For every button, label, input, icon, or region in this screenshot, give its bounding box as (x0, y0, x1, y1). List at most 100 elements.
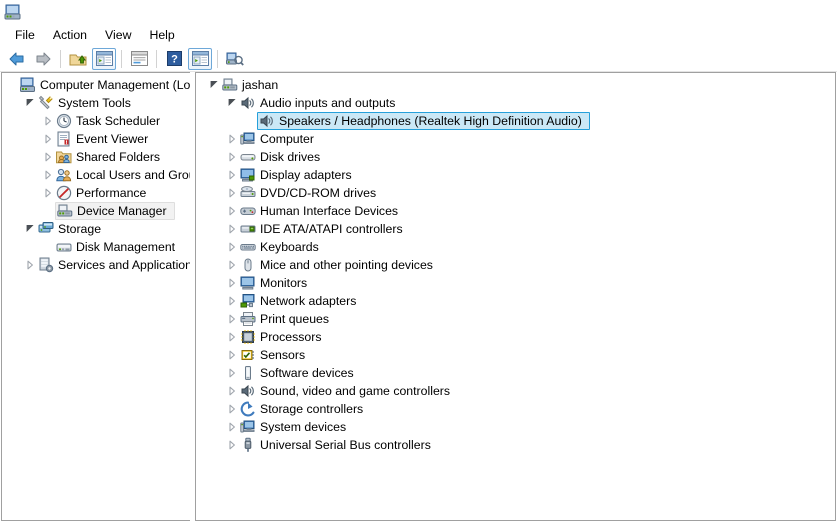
tree-row-content[interactable]: Print queues (240, 310, 336, 328)
tree-row-content[interactable]: Sound, video and game controllers (240, 382, 457, 400)
tree-row-content[interactable]: System Tools (38, 94, 138, 112)
collapse-triangle-icon[interactable] (22, 220, 38, 238)
tree-row[interactable]: Universal Serial Bus controllers (196, 436, 835, 454)
expand-triangle-icon[interactable] (40, 148, 56, 166)
tree-row[interactable]: Keyboards (196, 238, 835, 256)
expand-triangle-icon[interactable] (224, 184, 240, 202)
tree-row[interactable]: System devices (196, 418, 835, 436)
tree-row[interactable]: IDE ATA/ATAPI controllers (196, 220, 835, 238)
expand-triangle-icon[interactable] (224, 382, 240, 400)
expand-triangle-icon[interactable] (224, 310, 240, 328)
tree-row[interactable]: Mice and other pointing devices (196, 256, 835, 274)
menu-help[interactable]: Help (140, 25, 183, 45)
forward-arrow-icon[interactable] (31, 48, 55, 70)
tree-row[interactable]: Task Scheduler (2, 112, 190, 130)
tree-row[interactable]: Network adapters (196, 292, 835, 310)
tree-row-content[interactable]: Computer (240, 130, 321, 148)
expand-triangle-icon[interactable] (224, 202, 240, 220)
tree-row-content[interactable]: Disk drives (240, 148, 327, 166)
tree-row-content[interactable]: Audio inputs and outputs (240, 94, 402, 112)
expand-triangle-icon[interactable] (224, 436, 240, 454)
tree-row-content[interactable]: System devices (240, 418, 353, 436)
tree-row[interactable]: Disk Management (2, 238, 190, 256)
collapse-triangle-icon[interactable] (206, 76, 222, 94)
tree-row-content[interactable]: Mice and other pointing devices (240, 256, 440, 274)
expand-triangle-icon[interactable] (224, 292, 240, 310)
help-icon[interactable]: ? (162, 48, 186, 70)
tree-row-content[interactable]: Network adapters (240, 292, 363, 310)
tree-row-content[interactable]: Services and Applications (38, 256, 190, 274)
tree-row[interactable]: System Tools (2, 94, 190, 112)
expand-triangle-icon[interactable] (224, 220, 240, 238)
show-hide-console-tree-icon[interactable] (92, 47, 116, 70)
menu-view[interactable]: View (96, 25, 140, 45)
collapse-triangle-icon[interactable] (224, 94, 240, 112)
properties-icon[interactable] (127, 48, 151, 70)
up-folder-icon[interactable] (66, 48, 90, 70)
expand-triangle-icon[interactable] (224, 238, 240, 256)
tree-row-content[interactable]: Processors (240, 328, 329, 346)
tree-row[interactable]: Processors (196, 328, 835, 346)
tree-row-content[interactable]: DVD/CD-ROM drives (240, 184, 383, 202)
expand-triangle-icon[interactable] (40, 166, 56, 184)
tree-row-content[interactable]: Task Scheduler (56, 112, 167, 130)
tree-row[interactable]: DVD/CD-ROM drives (196, 184, 835, 202)
tree-row[interactable]: jashan (196, 76, 835, 94)
tree-row-content[interactable]: jashan (222, 76, 285, 94)
collapse-triangle-icon[interactable] (22, 94, 38, 112)
scan-for-hardware-changes-icon[interactable] (223, 48, 247, 70)
expand-triangle-icon[interactable] (224, 400, 240, 418)
tree-row-content[interactable]: Sensors (240, 346, 312, 364)
expand-triangle-icon[interactable] (22, 256, 38, 274)
tree-row-content[interactable]: Speakers / Headphones (Realtek High Defi… (257, 112, 590, 130)
tree-row[interactable]: Display adapters (196, 166, 835, 184)
tree-row-content[interactable]: Local Users and Groups (56, 166, 190, 184)
tree-row[interactable]: Event Viewer (2, 130, 190, 148)
tree-row-content[interactable]: Event Viewer (56, 130, 155, 148)
tree-row[interactable]: Audio inputs and outputs (196, 94, 835, 112)
expand-triangle-icon[interactable] (40, 184, 56, 202)
tree-row[interactable]: Shared Folders (2, 148, 190, 166)
tree-row-content[interactable]: Computer Management (Local (20, 76, 190, 94)
expand-triangle-icon[interactable] (40, 130, 56, 148)
menu-file[interactable]: File (6, 25, 44, 45)
tree-row[interactable]: Human Interface Devices (196, 202, 835, 220)
tree-row[interactable]: Storage (2, 220, 190, 238)
console-tree-pane[interactable]: Computer Management (Local System Tools Ta… (1, 72, 190, 521)
tree-row-content[interactable]: Keyboards (240, 238, 326, 256)
expand-triangle-icon[interactable] (40, 112, 56, 130)
tree-row[interactable]: Disk drives (196, 148, 835, 166)
expand-triangle-icon[interactable] (224, 346, 240, 364)
tree-row-content[interactable]: Shared Folders (56, 148, 167, 166)
expand-triangle-icon[interactable] (224, 274, 240, 292)
tree-row[interactable]: Sensors (196, 346, 835, 364)
tree-row[interactable]: Computer (196, 130, 835, 148)
tree-row[interactable]: Software devices (196, 364, 835, 382)
tree-row-content[interactable]: Monitors (240, 274, 314, 292)
expand-triangle-icon[interactable] (224, 364, 240, 382)
tree-row[interactable]: Storage controllers (196, 400, 835, 418)
tree-row[interactable]: Monitors (196, 274, 835, 292)
expand-triangle-icon[interactable] (224, 148, 240, 166)
tree-row-content[interactable]: IDE ATA/ATAPI controllers (240, 220, 410, 238)
tree-row[interactable]: Local Users and Groups (2, 166, 190, 184)
tree-row-content[interactable]: Universal Serial Bus controllers (240, 436, 438, 454)
expand-triangle-icon[interactable] (224, 418, 240, 436)
show-hide-action-pane-icon[interactable] (188, 47, 212, 70)
tree-row[interactable]: Services and Applications (2, 256, 190, 274)
tree-row[interactable]: Computer Management (Local (2, 76, 190, 94)
tree-row[interactable]: Sound, video and game controllers (196, 382, 835, 400)
tree-row-content[interactable]: Human Interface Devices (240, 202, 405, 220)
tree-row-content[interactable]: Software devices (240, 364, 361, 382)
menu-action[interactable]: Action (44, 25, 96, 45)
expand-triangle-icon[interactable] (224, 328, 240, 346)
tree-row[interactable]: Print queues (196, 310, 835, 328)
tree-row[interactable]: Performance (2, 184, 190, 202)
expand-triangle-icon[interactable] (224, 166, 240, 184)
expand-triangle-icon[interactable] (224, 130, 240, 148)
expand-triangle-icon[interactable] (224, 256, 240, 274)
tree-row[interactable]: Device Manager (2, 202, 190, 220)
tree-row-content[interactable]: Storage controllers (240, 400, 370, 418)
back-arrow-icon[interactable] (5, 48, 29, 70)
tree-row-content[interactable]: Disk Management (56, 238, 182, 256)
